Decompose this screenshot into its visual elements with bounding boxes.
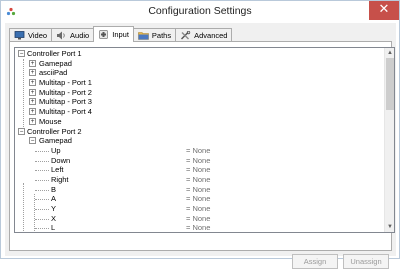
title-bar[interactable]: Configuration Settings ✕: [1, 1, 399, 23]
tree-node-multitap-port-3[interactable]: + Multitap - Port 3: [15, 97, 383, 107]
binding-name: X: [51, 213, 57, 223]
binding-value: = None: [186, 194, 211, 204]
binding-row-left[interactable]: Left = None: [15, 165, 383, 175]
binding-row-down[interactable]: Down = None: [15, 156, 383, 166]
tree-node-gamepad[interactable]: − Gamepad: [15, 136, 383, 146]
binding-value: = None: [186, 155, 211, 165]
window-title: Configuration Settings: [148, 5, 252, 17]
collapse-toggle[interactable]: −: [18, 127, 25, 135]
expand-toggle[interactable]: +: [29, 117, 36, 125]
binding-value: = None: [186, 174, 211, 184]
tree-node-multitap-port-4[interactable]: + Multitap - Port 4: [15, 107, 383, 117]
tree-node-gamepad[interactable]: + Gamepad: [15, 59, 383, 69]
binding-row-x[interactable]: X = None: [15, 214, 383, 224]
tab-label: Paths: [151, 31, 172, 40]
tree-node-label: Gamepad: [39, 58, 72, 68]
assign-button[interactable]: Assign: [292, 254, 338, 269]
tree-connector: [35, 179, 49, 181]
tree-node-label: Controller Port 2: [27, 126, 82, 136]
tab-paths[interactable]: Paths: [132, 28, 177, 42]
binding-name: A: [51, 194, 57, 204]
configuration-window: Configuration Settings ✕ Video Audio Inp…: [0, 0, 400, 269]
close-button[interactable]: ✕: [369, 1, 399, 20]
binding-name: Y: [51, 204, 57, 213]
tree-node-multitap-port-2[interactable]: + Multitap - Port 2: [15, 88, 383, 98]
expand-toggle[interactable]: +: [29, 108, 36, 116]
tab-label: Advanced: [194, 31, 228, 40]
tree-connector: [35, 209, 49, 210]
binding-name: B: [51, 184, 57, 194]
scroll-down-arrow-icon[interactable]: ▼: [385, 222, 394, 232]
folder-icon: [138, 32, 149, 40]
tab-audio[interactable]: Audio: [51, 28, 95, 42]
binding-row-a[interactable]: A = None: [15, 194, 383, 204]
input-tab-panel: − Controller Port 1 + Gamepad + asciiPad…: [9, 41, 395, 269]
tree-node-controller-port-1[interactable]: − Controller Port 1: [15, 49, 383, 59]
dialog-body: Video Audio Input Paths Advanced − Contr…: [5, 23, 396, 269]
binding-value: = None: [186, 145, 211, 155]
expand-toggle[interactable]: +: [29, 79, 36, 87]
tree-node-asciipad[interactable]: + asciiPad: [15, 68, 383, 78]
tree-rows: − Controller Port 1 + Gamepad + asciiPad…: [15, 49, 383, 233]
tree-node-label: Controller Port 1: [27, 49, 82, 58]
tree-node-mouse[interactable]: + Mouse: [15, 117, 383, 127]
tools-icon: [181, 31, 191, 40]
monitor-icon: [14, 31, 25, 40]
tree-node-label: Gamepad: [39, 136, 72, 146]
tree-connector: [35, 228, 49, 230]
tab-label: Input: [112, 30, 129, 39]
expand-toggle[interactable]: +: [29, 69, 36, 77]
expand-toggle[interactable]: +: [29, 59, 36, 67]
binding-name: Left: [51, 165, 64, 175]
tree-node-label: asciiPad: [39, 68, 68, 78]
unassign-button[interactable]: Unassign: [343, 254, 389, 269]
binding-value: = None: [186, 165, 211, 175]
scroll-up-arrow-icon[interactable]: ▲: [385, 48, 394, 58]
binding-value: = None: [186, 213, 211, 223]
binding-row-right[interactable]: Right = None: [15, 175, 383, 185]
tab-strip: Video Audio Input Paths Advanced: [9, 26, 233, 42]
tree-node-label: Multitap - Port 4: [39, 107, 92, 117]
tree-connector: [35, 150, 49, 152]
binding-value: = None: [186, 184, 211, 194]
tree-connector: [35, 189, 49, 191]
tab-video[interactable]: Video: [9, 28, 53, 42]
tree-node-label: Multitap - Port 3: [39, 97, 92, 107]
collapse-toggle[interactable]: −: [29, 137, 36, 145]
binding-value: = None: [186, 223, 211, 233]
joystick-icon: [99, 30, 109, 39]
tree-node-label: Mouse: [39, 116, 62, 126]
tree-node-label: Multitap - Port 1: [39, 78, 92, 88]
tree-connector: [35, 199, 49, 201]
input-tree-view[interactable]: − Controller Port 1 + Gamepad + asciiPad…: [14, 47, 395, 233]
binding-name: L: [51, 223, 56, 233]
expand-toggle[interactable]: +: [29, 98, 36, 106]
binding-row-up[interactable]: Up = None: [15, 146, 383, 156]
collapse-toggle[interactable]: −: [18, 50, 25, 57]
binding-value: = None: [186, 204, 211, 213]
tree-node-controller-port-2[interactable]: − Controller Port 2: [15, 127, 383, 137]
tree-connector: [35, 160, 49, 162]
expand-toggle[interactable]: +: [29, 88, 36, 96]
tab-label: Video: [28, 31, 48, 40]
binding-row-l[interactable]: L = None: [15, 223, 383, 233]
tree-connector: [35, 218, 49, 220]
tree-node-multitap-port-1[interactable]: + Multitap - Port 1: [15, 78, 383, 88]
tab-input[interactable]: Input: [93, 26, 134, 42]
binding-row-y[interactable]: Y = None: [15, 204, 383, 214]
binding-name: Down: [51, 155, 71, 165]
binding-name: Right: [51, 174, 69, 184]
binding-name: Up: [51, 145, 61, 155]
tree-connector: [35, 170, 49, 172]
tab-label: Audio: [70, 31, 90, 40]
vertical-scrollbar[interactable]: ▲ ▼: [384, 48, 394, 232]
tab-advanced[interactable]: Advanced: [175, 28, 233, 42]
binding-row-b[interactable]: B = None: [15, 185, 383, 195]
tree-node-label: Multitap - Port 2: [39, 87, 92, 97]
scrollbar-thumb[interactable]: [386, 58, 394, 110]
speaker-icon: [57, 31, 65, 40]
